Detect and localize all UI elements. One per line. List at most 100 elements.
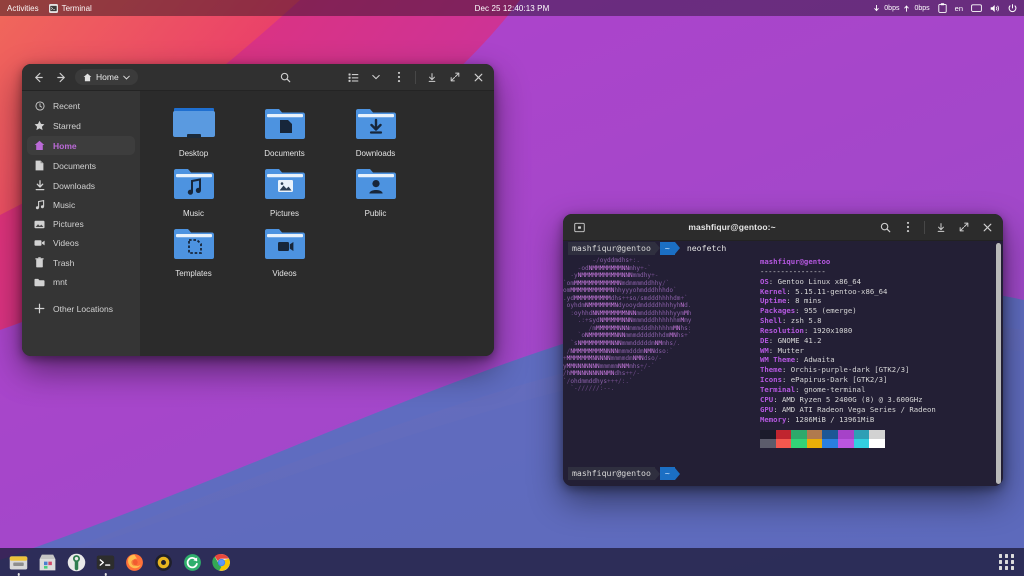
neofetch-entry: Icons: ePapirus-Dark [GTK2/3] [760, 375, 989, 385]
neofetch-entry: Kernel: 5.15.11-gentoo-x86_64 [760, 287, 989, 297]
sidebar-label: Other Locations [53, 304, 113, 314]
activities-button[interactable]: Activities [7, 4, 39, 13]
files-window[interactable]: Home [22, 64, 494, 356]
neofetch-info-block: mashfiqur@gentoo----------------OS: Gent… [760, 257, 989, 424]
sidebar-item-starred[interactable]: Starred [27, 116, 135, 135]
dock-item-files[interactable] [8, 552, 29, 573]
neofetch-key: GPU [760, 405, 773, 414]
neofetch-key: Shell [760, 316, 782, 325]
dock-item-terminal[interactable] [95, 552, 116, 573]
folder-item-pictures[interactable]: Pictures [239, 161, 330, 221]
neofetch-key: WM Theme [760, 355, 795, 364]
neofetch-entry: WM Theme: Adwaita [760, 355, 989, 365]
terminal-scrollbar[interactable] [996, 243, 1001, 484]
close-button[interactable] [469, 68, 487, 86]
dock-item-chrome[interactable] [211, 552, 232, 573]
neofetch-value: Adwaita [804, 355, 835, 364]
top-bar: Activities Terminal Dec 25 12:40:13 PM 0… [0, 0, 1024, 16]
folder-item-public[interactable]: Public [330, 161, 421, 221]
clipboard-icon[interactable] [938, 3, 947, 13]
palette-swatch [838, 439, 854, 448]
sidebar-item-videos[interactable]: Videos [27, 234, 135, 252]
pictures-folder-icon [262, 166, 308, 204]
terminal-window[interactable]: mashfiqur@gentoo:~ mashfiqur@gentoo ~ ne… [563, 214, 1003, 486]
sidebar-item-other-locations[interactable]: Other Locations [27, 299, 135, 318]
folder-item-downloads[interactable]: Downloads [330, 101, 421, 161]
home-icon [83, 73, 92, 82]
folder-item-documents[interactable]: Documents [239, 101, 330, 161]
neofetch-value: Mutter [778, 346, 804, 355]
dock-item-sync[interactable] [182, 552, 203, 573]
neofetch-entry: CPU: AMD Ryzen 5 2400G (8) @ 3.600GHz [760, 395, 989, 405]
sidebar-separator [27, 292, 135, 298]
minimize-button[interactable] [423, 68, 441, 86]
palette-swatch [807, 439, 823, 448]
sidebar-item-pictures[interactable]: Pictures [27, 215, 135, 233]
minimize-button[interactable] [932, 218, 950, 236]
sidebar-item-recent[interactable]: Recent [27, 97, 135, 115]
neofetch-entry: Terminal: gnome-terminal [760, 385, 989, 395]
terminal-color-palette [760, 430, 885, 448]
neofetch-key: Icons [760, 375, 782, 384]
maximize-button[interactable] [446, 68, 464, 86]
terminal-title: mashfiqur@gentoo:~ [593, 222, 871, 232]
keyboard-layout-label[interactable]: en [955, 4, 963, 13]
palette-swatch [822, 439, 838, 448]
sidebar-item-mnt[interactable]: mnt [27, 273, 135, 291]
neofetch-value: zsh 5.8 [791, 316, 822, 325]
path-bar-home-button[interactable]: Home [75, 69, 138, 85]
neofetch-key: Kernel [760, 287, 786, 296]
palette-swatch [776, 439, 792, 448]
app-menu-terminal[interactable]: Terminal [49, 4, 92, 13]
forward-button[interactable] [52, 68, 70, 86]
neofetch-value: gnome-terminal [804, 385, 866, 394]
menu-dots-button[interactable] [899, 218, 917, 236]
display-icon[interactable] [971, 4, 982, 13]
sidebar-item-music[interactable]: Music [27, 196, 135, 214]
sidebar-item-trash[interactable]: Trash [27, 253, 135, 272]
public-folder-icon [353, 166, 399, 204]
dock-item-software[interactable] [37, 552, 58, 573]
neofetch-value: Gentoo Linux x86_64 [778, 277, 861, 286]
running-indicator [17, 573, 20, 576]
network-speed-indicator: 0bps 0bps [874, 5, 929, 12]
folder-item-videos[interactable]: Videos [239, 221, 330, 281]
clock-label[interactable]: Dec 25 12:40:13 PM [475, 4, 550, 13]
power-icon[interactable] [1008, 4, 1017, 13]
clock-area: Dec 25 12:40:13 PM [0, 4, 1024, 13]
neofetch-value: 955 (emerge) [804, 306, 857, 315]
document-icon [34, 160, 45, 171]
close-button[interactable] [978, 218, 996, 236]
neofetch-entry: Packages: 955 (emerge) [760, 306, 989, 316]
dock-item-firefox[interactable] [124, 552, 145, 573]
view-options-chevron-button[interactable] [367, 68, 385, 86]
maximize-button[interactable] [955, 218, 973, 236]
palette-swatch [760, 439, 776, 448]
sidebar-item-documents[interactable]: Documents [27, 156, 135, 175]
sidebar-item-downloads[interactable]: Downloads [27, 176, 135, 195]
sidebar-label: Videos [53, 238, 79, 248]
show-applications-button[interactable] [999, 554, 1015, 570]
net-up-label: 0bps [914, 5, 929, 12]
palette-row-normal [760, 430, 885, 439]
palette-swatch [854, 430, 870, 439]
folder-item-desktop[interactable]: Desktop [148, 101, 239, 161]
app-menu-label: Terminal [62, 4, 92, 13]
view-list-button[interactable] [344, 68, 362, 86]
palette-swatch [776, 430, 792, 439]
dock-item-gentoo[interactable] [66, 552, 87, 573]
back-button[interactable] [29, 68, 47, 86]
videos-folder-icon [262, 226, 308, 264]
dock-item-media[interactable] [153, 552, 174, 573]
sidebar-item-home[interactable]: Home [27, 136, 135, 155]
search-button[interactable] [876, 218, 894, 236]
volume-icon[interactable] [990, 4, 1000, 13]
folder-item-templates[interactable]: Templates [148, 221, 239, 281]
folder-item-music[interactable]: Music [148, 161, 239, 221]
neofetch-entry: OS: Gentoo Linux x86_64 [760, 277, 989, 287]
terminal-body[interactable]: mashfiqur@gentoo ~ neofetch -/oyddmdhs+:… [563, 241, 1003, 486]
search-button[interactable] [276, 68, 294, 86]
menu-dots-button[interactable] [390, 68, 408, 86]
neofetch-value: 1920x1080 [813, 326, 853, 335]
neofetch-key: Uptime [760, 296, 786, 305]
